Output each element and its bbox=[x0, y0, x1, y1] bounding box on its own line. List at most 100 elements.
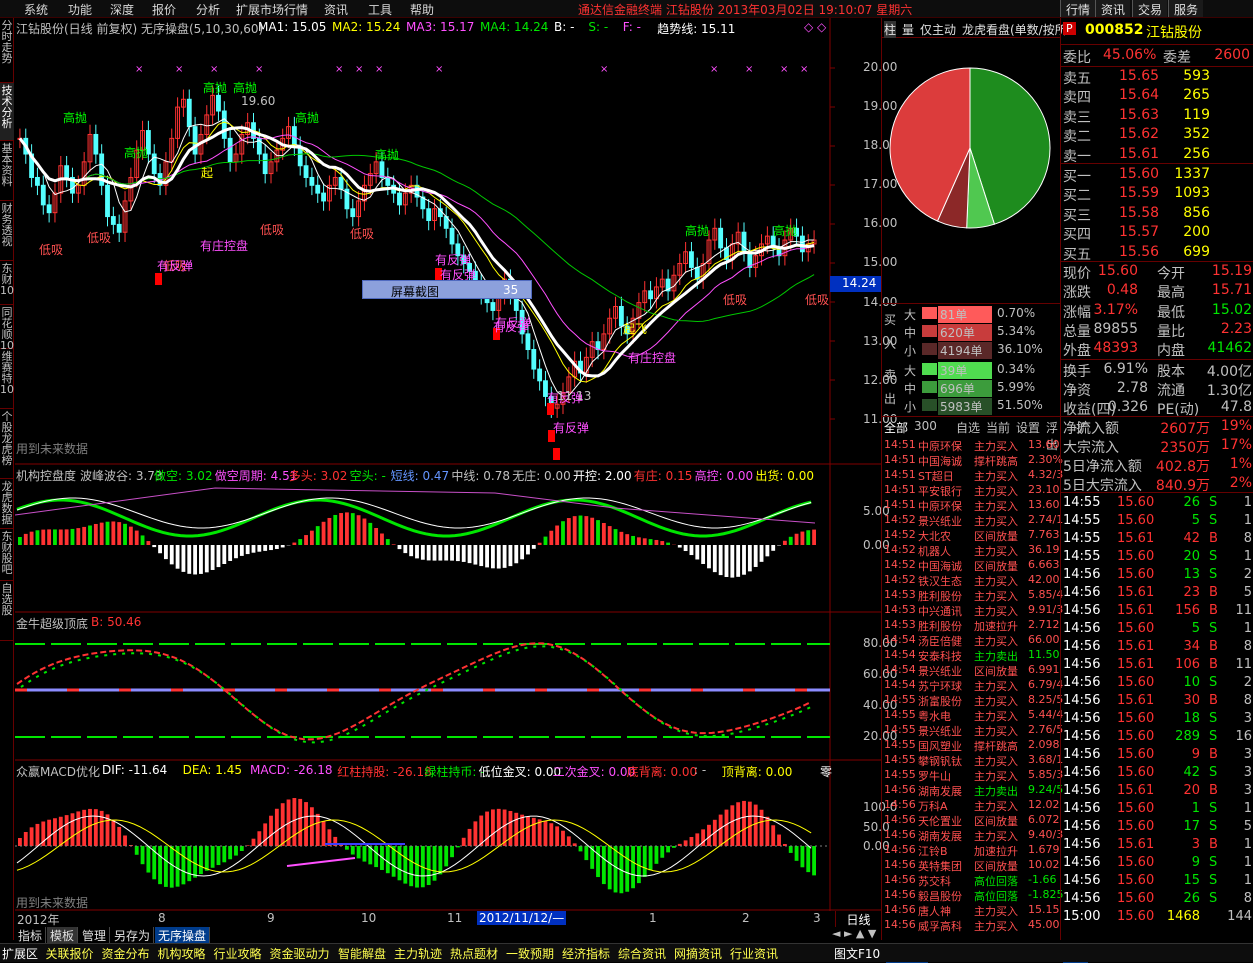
menu-item-3[interactable]: 报价 bbox=[152, 1, 176, 18]
left-tab-8[interactable]: 龙虎数据 bbox=[0, 479, 14, 529]
menu-item-2[interactable]: 深度 bbox=[110, 1, 134, 18]
alert-row[interactable]: 14:51中原环保主力买入13.60 bbox=[884, 498, 1062, 513]
tick-row[interactable]: 14:5615.609S1 bbox=[1061, 855, 1253, 873]
alert-row[interactable]: 14:56湖南发展主力买入9.40/3 bbox=[884, 828, 1062, 843]
bottom-item-13[interactable]: 行业资讯 bbox=[730, 945, 778, 962]
alert-row[interactable]: 14:52大北农区间放量7.763 bbox=[884, 528, 1062, 543]
tick-row[interactable]: 14:5615.6123B5 bbox=[1061, 585, 1253, 603]
alert-row[interactable]: 14:51平安银行主力买入23.10 bbox=[884, 483, 1062, 498]
alert-row[interactable]: 14:52铁汉生态主力买入42.00 bbox=[884, 573, 1062, 588]
alert-row[interactable]: 14:56天伦置业区间放量6.072 bbox=[884, 813, 1062, 828]
alert-row[interactable]: 14:56毅昌股份高位回落-1.825 bbox=[884, 888, 1062, 903]
alert-row[interactable]: 14:56英特集团区间放量10.02 bbox=[884, 858, 1062, 873]
scroll-arrows[interactable]: ◄ ► ▲ ▼ bbox=[832, 927, 881, 943]
tick-row[interactable]: 14:5515.6020S1 bbox=[1061, 549, 1253, 567]
left-tab-2[interactable]: 基本资料 bbox=[0, 141, 14, 201]
alert-row[interactable]: 14:55罗牛山主力买入5.85/3 bbox=[884, 768, 1062, 783]
list-tab-3[interactable]: 当前 bbox=[986, 419, 1010, 436]
order-tab-2[interactable]: 仅主动 bbox=[920, 21, 956, 38]
order-tab-3[interactable]: 龙虎看盘(单数/按所 bbox=[962, 21, 1067, 38]
bottom-item-5[interactable]: 资金驱动力 bbox=[270, 945, 330, 962]
menu-item-0[interactable]: 系统 bbox=[24, 1, 48, 18]
bottom-item-9[interactable]: 一致预期 bbox=[506, 945, 554, 962]
alert-row[interactable]: 14:54安泰科技主力卖出11.50 bbox=[884, 648, 1062, 663]
tick-row[interactable]: 14:5515.6026S1 bbox=[1061, 495, 1253, 513]
list-tab-2[interactable]: 自选 bbox=[956, 419, 980, 436]
bottom-item-11[interactable]: 综合资讯 bbox=[618, 945, 666, 962]
tick-row[interactable]: 14:5615.60289S16 bbox=[1061, 729, 1253, 747]
bottom-item-6[interactable]: 智能解盘 bbox=[338, 945, 386, 962]
bottom-item-1[interactable]: 关联报价 bbox=[46, 945, 94, 962]
tick-row[interactable]: 14:5615.6010S2 bbox=[1061, 675, 1253, 693]
list-tab-0[interactable]: 全部 bbox=[884, 419, 908, 436]
left-tab-1[interactable]: 技术分析 bbox=[0, 83, 14, 141]
indicator-tab-0[interactable]: 指标 bbox=[15, 927, 46, 943]
bottom-item-12[interactable]: 网摘资讯 bbox=[674, 945, 722, 962]
menu-item-6[interactable]: 资讯 bbox=[324, 1, 348, 18]
tick-row[interactable]: 14:5615.601S1 bbox=[1061, 801, 1253, 819]
alert-row[interactable]: 14:56苏交科高位回落-1.66 bbox=[884, 873, 1062, 888]
left-tab-4[interactable]: 东财10 bbox=[0, 261, 14, 305]
alert-row[interactable]: 14:55粤水电主力买入5.44/4 bbox=[884, 708, 1062, 723]
tick-row[interactable]: 14:5615.6017S5 bbox=[1061, 819, 1253, 837]
left-tab-6[interactable]: 维赛特10 bbox=[0, 349, 14, 409]
alert-row[interactable]: 14:56湖南发展主力卖出9.24/5 bbox=[884, 783, 1062, 798]
bottom-item-0[interactable]: 扩展区 bbox=[2, 945, 38, 962]
alert-row[interactable]: 14:56江铃B加速拉升1.679 bbox=[884, 843, 1062, 858]
alert-row[interactable]: 14:53胜利股份加速拉升2.712 bbox=[884, 618, 1062, 633]
menu-item-5[interactable]: 扩展市场行情 bbox=[236, 1, 308, 18]
period-label[interactable]: 日线 bbox=[835, 911, 881, 927]
alert-row[interactable]: 14:52机器人主力买入36.19 bbox=[884, 543, 1062, 558]
p-icon[interactable]: P bbox=[1063, 22, 1076, 35]
tick-row[interactable]: 14:5615.605S1 bbox=[1061, 621, 1253, 639]
order-tab-1[interactable]: 量 bbox=[902, 21, 914, 38]
alert-row[interactable]: 14:54汤臣倍健主力买入66.00 bbox=[884, 633, 1062, 648]
bottom-item-10[interactable]: 经济指标 bbox=[562, 945, 610, 962]
menu-right-button-1[interactable]: 资讯 bbox=[1095, 0, 1130, 17]
tick-row[interactable]: 14:5615.6013S2 bbox=[1061, 567, 1253, 585]
screenshot-tooltip[interactable]: 屏幕截图 35 bbox=[362, 280, 532, 299]
indicator-tab-3[interactable]: 另存为 bbox=[111, 927, 154, 943]
alert-row[interactable]: 14:52中国海诚区间放量6.663 bbox=[884, 558, 1062, 573]
menu-right-button-3[interactable]: 服务 bbox=[1168, 0, 1203, 17]
diamond-icons[interactable]: ◇ ◇ bbox=[804, 20, 826, 34]
bottom-item-8[interactable]: 热点题材 bbox=[450, 945, 498, 962]
menu-item-8[interactable]: 帮助 bbox=[410, 1, 434, 18]
tick-row[interactable]: 14:5615.613B1 bbox=[1061, 837, 1253, 855]
indicator-tab-1[interactable]: 模板 bbox=[47, 927, 78, 943]
alert-row[interactable]: 14:51中原环保主力买入13.60 bbox=[884, 438, 1062, 453]
alert-row[interactable]: 14:51中国海诚撑杆跳高2.30% bbox=[884, 453, 1062, 468]
alert-row[interactable]: 14:53胜利股份主力买入5.85/4 bbox=[884, 588, 1062, 603]
menu-item-1[interactable]: 功能 bbox=[68, 1, 92, 18]
alert-row[interactable]: 14:51ST超日主力买入4.32/3 bbox=[884, 468, 1062, 483]
f10-button[interactable]: 图文F10 bbox=[834, 945, 880, 962]
bottom-item-7[interactable]: 主力轨迹 bbox=[394, 945, 442, 962]
alert-row[interactable]: 14:56万科A主力买入12.02 bbox=[884, 798, 1062, 813]
tick-row[interactable]: 14:5615.6018S3 bbox=[1061, 711, 1253, 729]
tick-row[interactable]: 14:5615.6042S3 bbox=[1061, 765, 1253, 783]
order-tab-0[interactable]: 柱 bbox=[884, 21, 896, 38]
tick-row[interactable]: 14:5615.6130B8 bbox=[1061, 693, 1253, 711]
left-tab-10[interactable]: 自选股 bbox=[0, 581, 14, 641]
list-tab-1[interactable]: 300 bbox=[914, 419, 937, 433]
alert-row[interactable]: 14:55浙富股份主力买入8.25/5 bbox=[884, 693, 1062, 708]
tick-row[interactable]: 14:5515.6142B8 bbox=[1061, 531, 1253, 549]
alert-row[interactable]: 14:56唐人神主力买入15.15 bbox=[884, 903, 1062, 918]
left-tab-5[interactable]: 同花顺10 bbox=[0, 305, 14, 349]
bottom-item-2[interactable]: 资金分布 bbox=[102, 945, 150, 962]
alert-row[interactable]: 14:54景兴纸业区间放量6.991 bbox=[884, 663, 1062, 678]
indicator-tab-2[interactable]: 管理 bbox=[79, 927, 110, 943]
alert-row[interactable]: 14:54苏宁环球主力买入6.79/4 bbox=[884, 678, 1062, 693]
alert-row[interactable]: 14:56威孚高科主力买入45.00 bbox=[884, 918, 1062, 933]
menu-right-button-0[interactable]: 行情 bbox=[1060, 0, 1095, 17]
left-tab-3[interactable]: 财务透视 bbox=[0, 201, 14, 261]
tick-row[interactable]: 14:5615.6026S8 bbox=[1061, 891, 1253, 909]
tick-row[interactable]: 14:5615.61156B11 bbox=[1061, 603, 1253, 621]
left-tab-0[interactable]: 分时走势 bbox=[0, 18, 14, 83]
alert-row[interactable]: 14:55攀钢钒钛主力买入3.68/1 bbox=[884, 753, 1062, 768]
tick-row[interactable]: 14:5515.605S1 bbox=[1061, 513, 1253, 531]
tick-row[interactable]: 14:5615.6120B3 bbox=[1061, 783, 1253, 801]
left-tab-7[interactable]: 个股龙虎榜 bbox=[0, 409, 14, 479]
tick-row[interactable]: 14:5615.6134B8 bbox=[1061, 639, 1253, 657]
alert-row[interactable]: 14:55景兴纸业主力买入2.76/5 bbox=[884, 723, 1062, 738]
